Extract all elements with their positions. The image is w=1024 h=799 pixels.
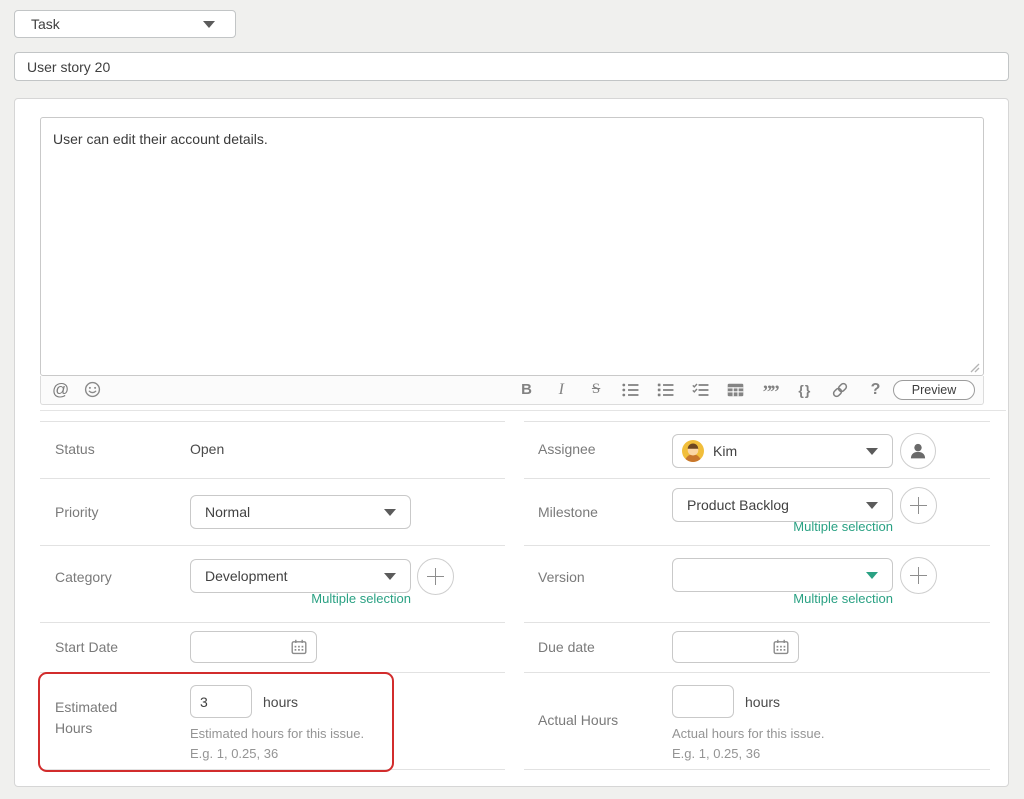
checklist-icon[interactable]	[692, 383, 709, 397]
divider	[524, 672, 990, 673]
start-date-input[interactable]	[190, 631, 317, 663]
preview-button[interactable]: Preview	[893, 380, 975, 400]
add-milestone-button[interactable]	[900, 487, 937, 524]
assignee-label: Assignee	[538, 441, 596, 457]
priority-label: Priority	[55, 504, 99, 520]
italic-icon[interactable]: I	[553, 382, 570, 398]
divider	[40, 769, 505, 770]
emoji-icon[interactable]	[84, 381, 101, 398]
resize-handle-icon[interactable]	[969, 362, 980, 373]
estimated-hours-help: Estimated hours for this issue.	[190, 726, 364, 741]
editor-bottom-divider	[40, 410, 1006, 411]
category-label: Category	[55, 569, 112, 585]
divider	[40, 421, 505, 422]
bullet-list-icon[interactable]	[622, 383, 639, 397]
calendar-icon	[291, 639, 307, 655]
actual-hours-help: Actual hours for this issue.	[672, 726, 824, 741]
chevron-down-icon	[866, 502, 878, 509]
toolbar-left-group: @	[52, 376, 101, 403]
milestone-select[interactable]: Product Backlog	[672, 488, 893, 522]
add-category-button[interactable]	[417, 558, 454, 595]
assignee-select[interactable]: Kim	[672, 434, 893, 468]
category-select[interactable]: Development	[190, 559, 411, 593]
status-label: Status	[55, 441, 95, 457]
divider	[40, 622, 505, 623]
start-date-label: Start Date	[55, 639, 118, 655]
actual-hours-example: E.g. 1, 0.25, 36	[672, 746, 760, 761]
mention-icon[interactable]: @	[52, 381, 69, 398]
milestone-multiple-selection-link[interactable]: Multiple selection	[793, 519, 893, 534]
divider	[524, 622, 990, 623]
chevron-down-icon	[866, 448, 878, 455]
version-select[interactable]	[672, 558, 893, 592]
chevron-down-icon	[203, 21, 215, 28]
estimated-hours-label: Estimated Hours	[55, 697, 147, 739]
divider	[524, 478, 990, 479]
add-version-button[interactable]	[900, 557, 937, 594]
issue-title-value: User story 20	[27, 59, 110, 75]
chevron-down-icon	[384, 509, 396, 516]
actual-hours-input[interactable]	[672, 685, 734, 718]
issue-type-value: Task	[31, 16, 60, 32]
divider	[524, 545, 990, 546]
actual-hours-label: Actual Hours	[538, 712, 618, 728]
version-multiple-selection-link[interactable]: Multiple selection	[793, 591, 893, 606]
strikethrough-icon[interactable]: S	[588, 382, 605, 397]
category-value: Development	[205, 568, 288, 584]
toolbar-right-group: B I S	[518, 376, 884, 403]
assign-to-me-button[interactable]	[900, 433, 936, 469]
assignee-value: Kim	[713, 443, 737, 459]
divider	[524, 421, 990, 422]
calendar-icon	[773, 639, 789, 655]
status-value: Open	[190, 441, 224, 457]
person-icon	[908, 441, 928, 461]
issue-type-select[interactable]: Task	[14, 10, 236, 38]
milestone-label: Milestone	[538, 504, 598, 520]
category-multiple-selection-link[interactable]: Multiple selection	[311, 591, 411, 606]
issue-title-field[interactable]: User story 20	[14, 52, 1009, 81]
numbered-list-icon[interactable]	[657, 383, 674, 397]
plus-icon	[427, 568, 444, 585]
table-icon[interactable]	[727, 383, 744, 397]
estimated-hours-unit: hours	[263, 694, 298, 710]
priority-value: Normal	[205, 504, 250, 520]
estimated-hours-input[interactable]	[190, 685, 252, 718]
priority-select[interactable]: Normal	[190, 495, 411, 529]
bold-icon[interactable]: B	[518, 382, 535, 397]
chevron-down-icon	[866, 572, 878, 579]
link-icon[interactable]	[831, 381, 849, 399]
due-date-input[interactable]	[672, 631, 799, 663]
chevron-down-icon	[384, 573, 396, 580]
plus-icon	[910, 497, 927, 514]
due-date-label: Due date	[538, 639, 595, 655]
milestone-value: Product Backlog	[687, 497, 789, 513]
issue-form: Task User story 20 User can edit their a…	[0, 0, 1024, 799]
divider	[40, 672, 505, 673]
divider	[524, 769, 990, 770]
editor-toolbar: @ B I S	[40, 376, 984, 405]
code-braces-icon[interactable]: {}	[796, 383, 813, 397]
version-label: Version	[538, 569, 585, 585]
divider	[40, 478, 505, 479]
assignee-avatar	[682, 440, 704, 462]
quote-icon[interactable]: ””	[762, 377, 779, 402]
help-icon[interactable]: ?	[867, 382, 884, 398]
plus-icon	[910, 567, 927, 584]
estimated-hours-example: E.g. 1, 0.25, 36	[190, 746, 278, 761]
actual-hours-unit: hours	[745, 694, 780, 710]
divider	[40, 545, 505, 546]
description-textarea[interactable]: User can edit their account details.	[40, 117, 984, 376]
